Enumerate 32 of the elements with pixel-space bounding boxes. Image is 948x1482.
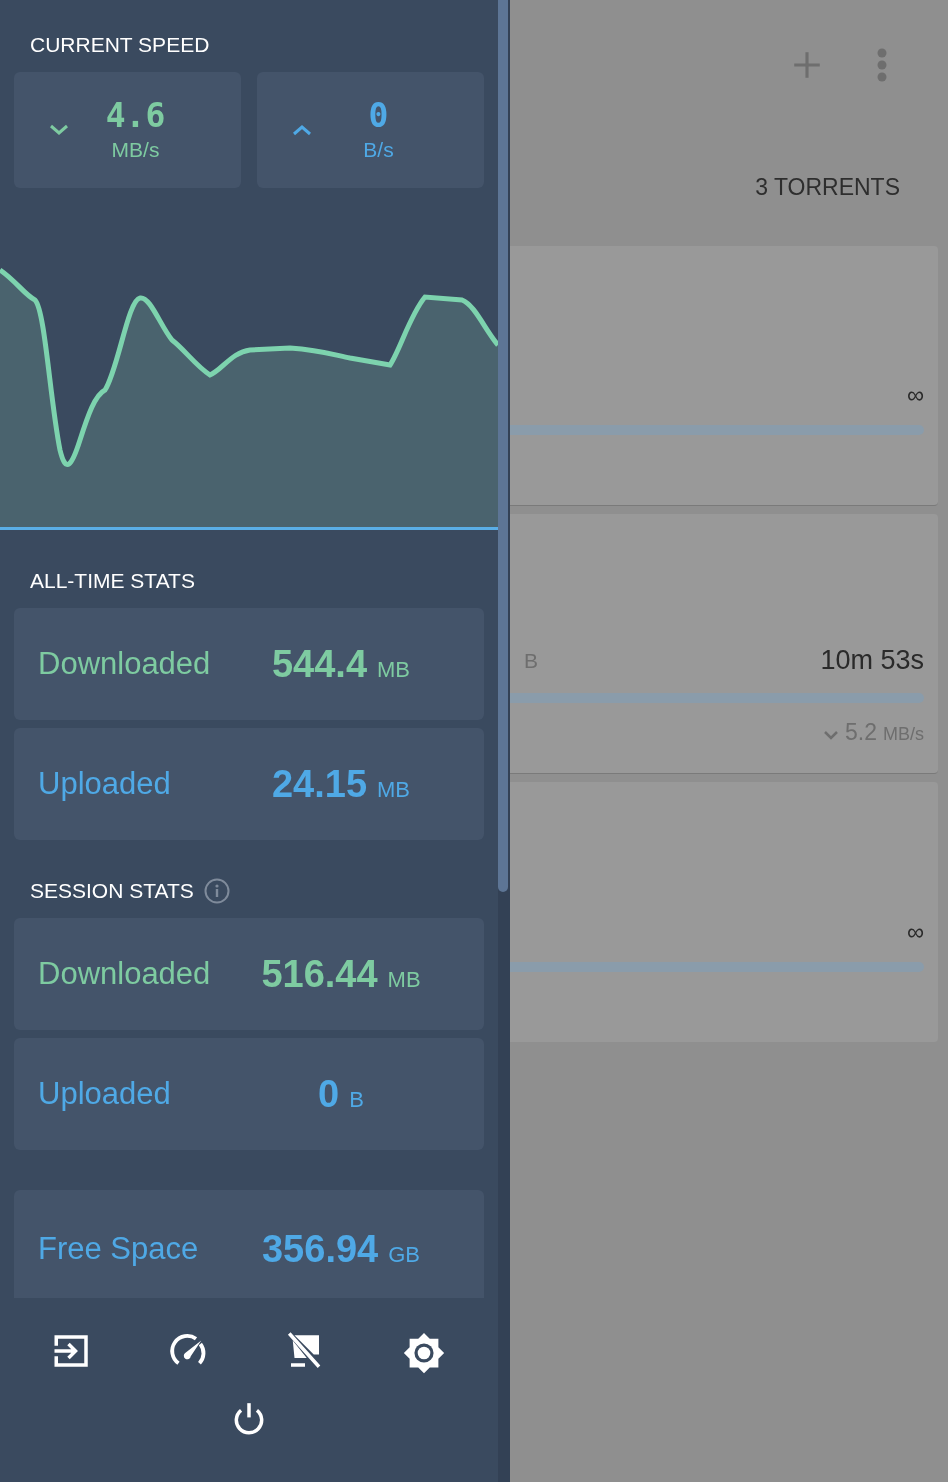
stat-value: 24.15 bbox=[271, 762, 368, 806]
eta-text: ∞ bbox=[906, 380, 924, 410]
section-title: ALL-TIME STATS bbox=[29, 568, 196, 594]
speed-value: 4.6 bbox=[105, 96, 166, 136]
stat-value: 516.44 bbox=[261, 952, 378, 996]
stat-unit: MB bbox=[377, 776, 411, 804]
stat-label: Downloaded bbox=[38, 955, 212, 993]
stat-value: 544.4 bbox=[271, 642, 368, 686]
section-title: SESSION STATS bbox=[30, 878, 194, 904]
stat-unit: GB bbox=[388, 1241, 420, 1269]
speed-unit: MB/s bbox=[111, 137, 160, 163]
eta-text: 10m 53s bbox=[820, 644, 924, 677]
stat-label: Uploaded bbox=[38, 765, 172, 803]
stat-unit: MB bbox=[387, 966, 421, 994]
chevron-down-icon bbox=[48, 123, 70, 137]
chevron-down-icon bbox=[823, 729, 839, 740]
stat-label: Uploaded bbox=[38, 1075, 172, 1113]
stat-unit: B bbox=[349, 1086, 364, 1114]
info-icon[interactable] bbox=[203, 878, 230, 904]
speed-value: 0 bbox=[368, 96, 389, 136]
section-title: CURRENT SPEED bbox=[29, 32, 211, 58]
torrent-count: 3 TORRENTS bbox=[755, 173, 900, 202]
eta-text: ∞ bbox=[906, 917, 924, 947]
stat-value: 0 bbox=[318, 1072, 340, 1116]
stat-label: Downloaded bbox=[38, 645, 212, 683]
stat-unit: MB bbox=[377, 656, 411, 684]
stat-label: Free Space bbox=[38, 1230, 200, 1268]
chevron-up-icon bbox=[291, 123, 313, 137]
stat-value: 356.94 bbox=[262, 1227, 379, 1271]
scrollbar-thumb[interactable] bbox=[498, 0, 508, 892]
scrollbar[interactable] bbox=[498, 0, 510, 1482]
speed-unit: B/s bbox=[363, 137, 394, 163]
